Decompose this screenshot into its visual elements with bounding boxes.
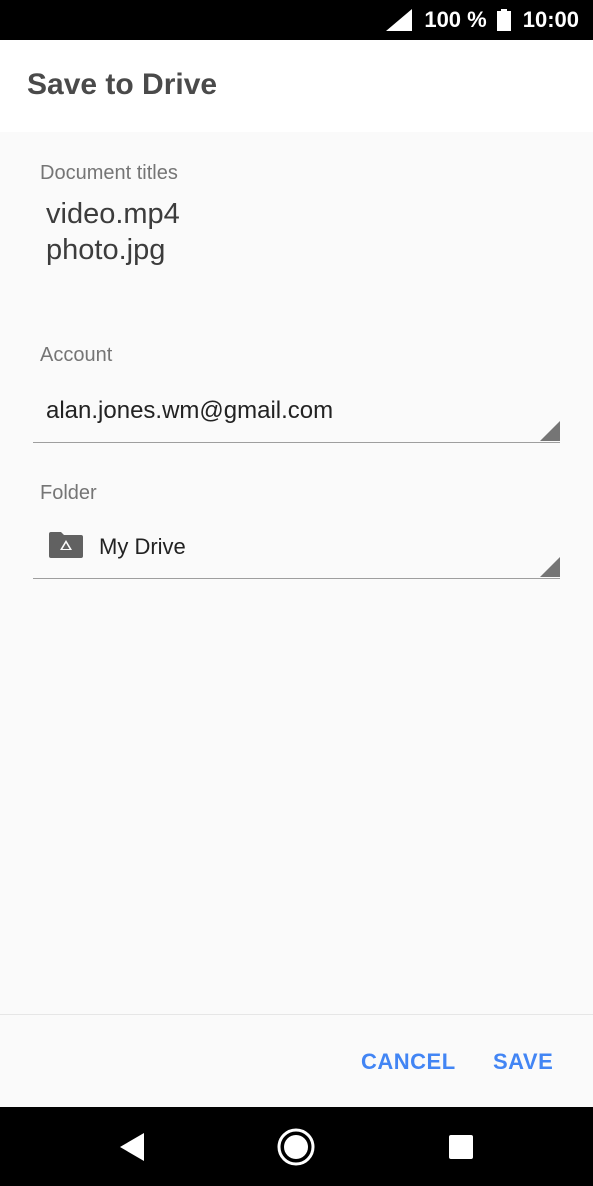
signal-icon [386,9,413,31]
navigation-bar [0,1107,593,1186]
account-dropdown[interactable]: alan.jones.wm@gmail.com [33,386,560,443]
status-indicators: 100 % 10:00 [386,0,579,40]
save-form: Document titles video.mp4 photo.jpg Acco… [0,132,593,1014]
folder-value: My Drive [99,534,186,559]
battery-percent: 100 % [424,7,487,32]
dropdown-arrow-icon [540,557,560,577]
folder-label: Folder [40,482,97,504]
battery-icon [496,9,511,31]
recents-icon[interactable] [441,1127,481,1167]
page-title: Save to Drive [27,68,218,101]
account-value: alan.jones.wm@gmail.com [46,397,334,424]
drive-folder-icon [49,532,83,558]
document-title-item: video.mp4 [46,198,180,230]
status-bar: 100 % 10:00 [0,0,593,40]
account-label: Account [40,344,113,366]
home-icon[interactable] [276,1127,316,1167]
dialog-actions: CANCEL SAVE [0,1014,593,1108]
save-button[interactable]: SAVE [493,1049,553,1075]
cancel-button[interactable]: CANCEL [361,1049,456,1075]
document-titles-label: Document titles [40,162,178,184]
dropdown-arrow-icon [540,421,560,441]
document-title-item: photo.jpg [46,234,166,266]
app-bar: Save to Drive [0,40,593,132]
back-icon[interactable] [112,1127,152,1167]
clock: 10:00 [522,7,579,32]
folder-dropdown[interactable]: My Drive [33,528,560,579]
